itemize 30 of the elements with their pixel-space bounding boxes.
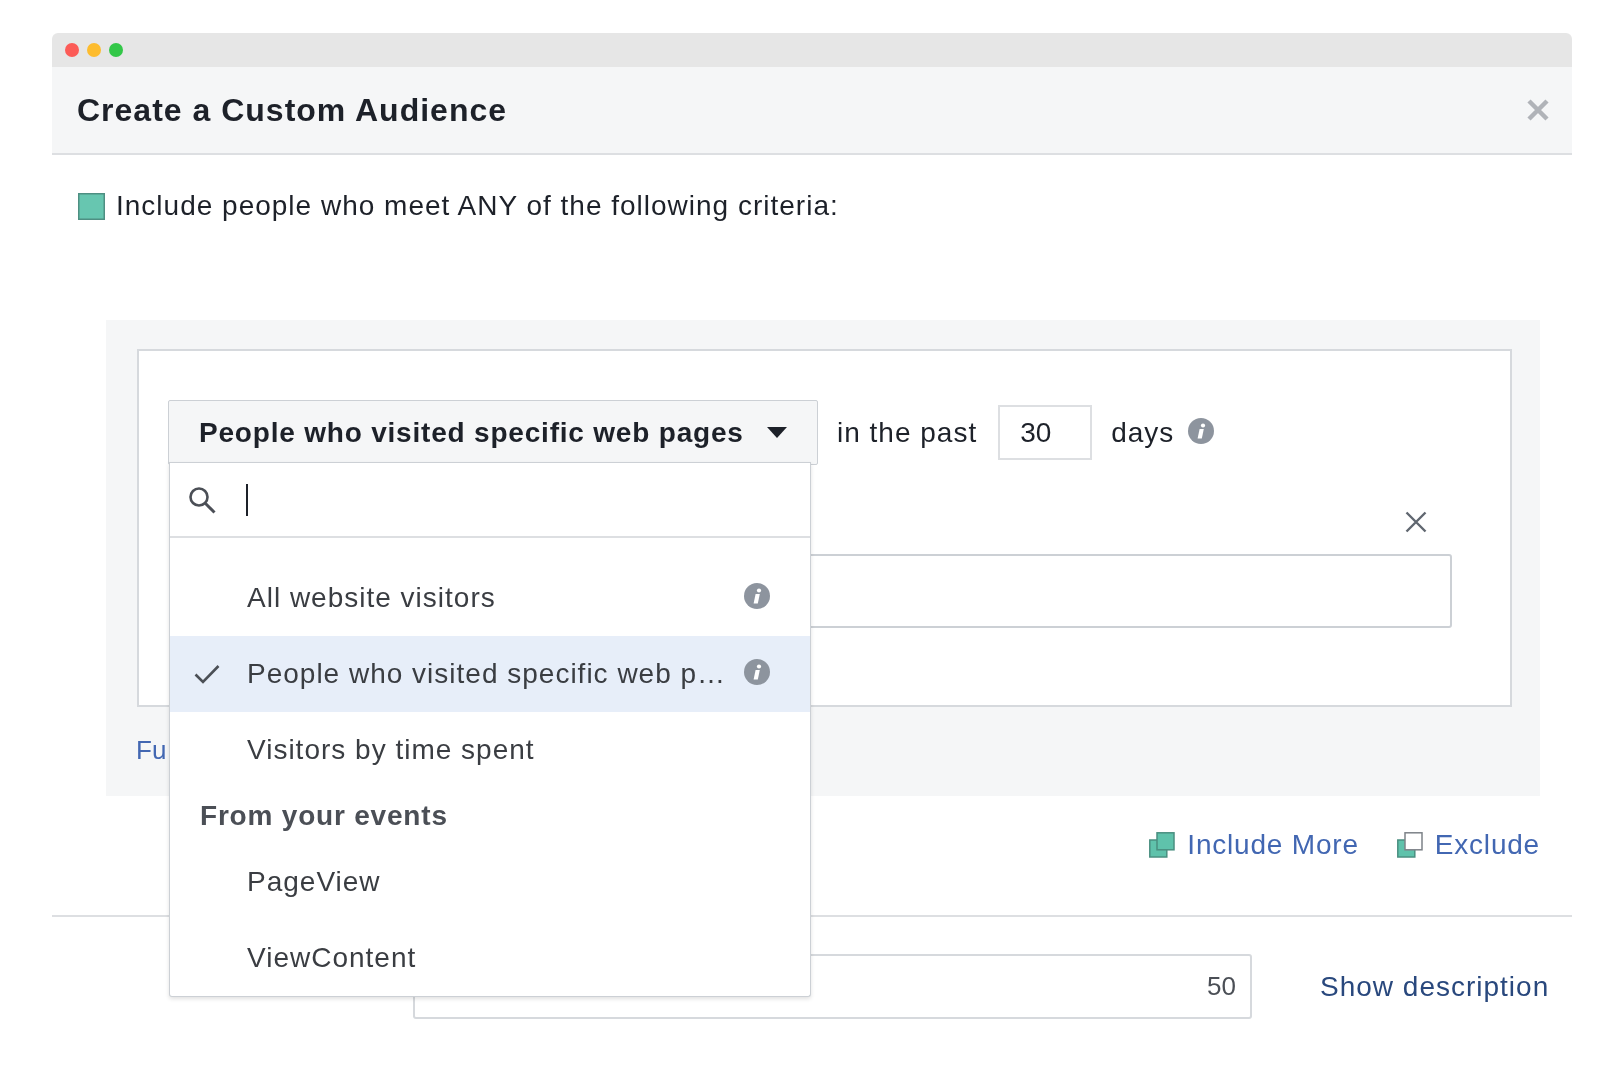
period-label: in the past (837, 416, 978, 449)
days-input[interactable]: 30 (998, 405, 1093, 460)
dropdown-option[interactable]: Visitors by time spent (170, 712, 810, 788)
info-icon[interactable] (1188, 417, 1215, 444)
window-control-icon[interactable] (87, 43, 101, 57)
character-count: 50 (1207, 971, 1236, 1002)
check-icon (194, 664, 220, 684)
exclude-link[interactable]: Exclude (1396, 830, 1540, 860)
stacked-squares-icon (1149, 832, 1176, 858)
caret-icon (767, 427, 787, 438)
dialog-title: Create a Custom Audience (77, 91, 508, 129)
criteria-heading: Include people who meet ANY of the following criteria: (116, 190, 839, 222)
info-icon[interactable] (744, 583, 770, 609)
link[interactable]: Fu (136, 735, 167, 765)
swatch-icon (78, 192, 105, 220)
search-field[interactable] (170, 462, 810, 538)
dropdown-option[interactable]: People who visited specific web p… (170, 636, 810, 712)
window-control-icon[interactable] (65, 43, 79, 57)
include-link[interactable]: Include More (1149, 830, 1359, 860)
search-icon (188, 485, 216, 514)
window-control-icon[interactable] (109, 43, 123, 57)
show-description-link[interactable]: Show description (1320, 970, 1550, 1003)
stacked-squares-icon (1396, 832, 1423, 858)
dropdown-option[interactable]: All website visitors (170, 560, 810, 636)
info-icon[interactable] (744, 659, 770, 685)
close-icon[interactable] (1405, 511, 1427, 533)
group-heading: From your events (199, 799, 449, 833)
source-dropdown[interactable]: People who visited specific web pages (168, 400, 818, 465)
days-label: days (1111, 416, 1175, 449)
dropdown-option[interactable]: PageView (170, 844, 810, 920)
